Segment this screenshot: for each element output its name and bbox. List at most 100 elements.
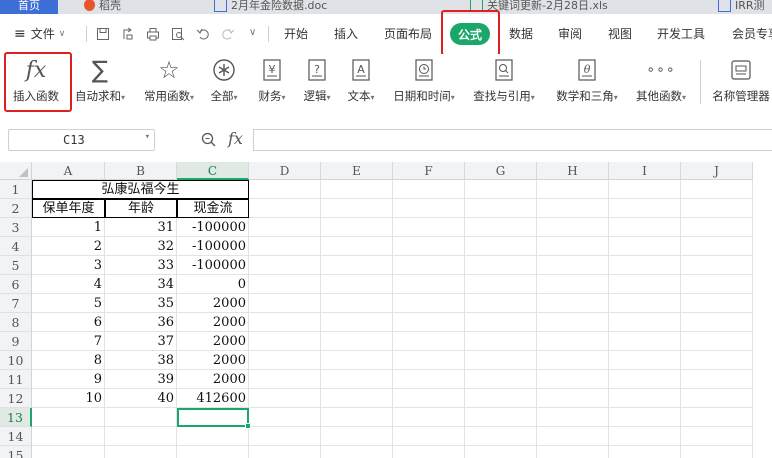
- row-header-6[interactable]: 6: [0, 275, 32, 294]
- export-icon[interactable]: [121, 27, 135, 41]
- cell[interactable]: [681, 408, 753, 427]
- cell[interactable]: [681, 294, 753, 313]
- chevron-down-icon[interactable]: ▾: [145, 132, 150, 142]
- data-cell[interactable]: -100000: [177, 237, 249, 256]
- cell[interactable]: [249, 446, 321, 458]
- cell[interactable]: [465, 218, 537, 237]
- tab-view[interactable]: 视图: [608, 25, 632, 42]
- cell[interactable]: [465, 332, 537, 351]
- cell[interactable]: [465, 180, 537, 199]
- table-header-cell[interactable]: 年龄: [105, 199, 177, 218]
- row-header-3[interactable]: 3: [0, 218, 32, 237]
- name-manager-button[interactable]: 名称管理器: [708, 56, 772, 104]
- data-cell[interactable]: 38: [105, 351, 177, 370]
- lookup-reference-button[interactable]: 查找与引用▾: [466, 56, 542, 104]
- cell[interactable]: [105, 408, 177, 427]
- cell[interactable]: [681, 180, 753, 199]
- data-cell[interactable]: 412600: [177, 389, 249, 408]
- cell[interactable]: [537, 294, 609, 313]
- cell[interactable]: [393, 256, 465, 275]
- cell[interactable]: [537, 180, 609, 199]
- cell[interactable]: [609, 294, 681, 313]
- cell[interactable]: [465, 275, 537, 294]
- cell[interactable]: [609, 427, 681, 446]
- cell[interactable]: [249, 313, 321, 332]
- data-cell[interactable]: 34: [105, 275, 177, 294]
- cell[interactable]: [249, 408, 321, 427]
- row-header-13[interactable]: 13: [0, 408, 32, 427]
- data-cell[interactable]: 33: [105, 256, 177, 275]
- cell[interactable]: [321, 199, 393, 218]
- data-cell[interactable]: 36: [105, 313, 177, 332]
- cell[interactable]: [681, 351, 753, 370]
- data-cell[interactable]: 40: [105, 389, 177, 408]
- row-header-11[interactable]: 11: [0, 370, 32, 389]
- cell[interactable]: [537, 256, 609, 275]
- cell[interactable]: [465, 408, 537, 427]
- all-functions-button[interactable]: 全部▾: [204, 56, 244, 104]
- cell[interactable]: [249, 237, 321, 256]
- column-header-i[interactable]: I: [609, 162, 681, 180]
- cell[interactable]: [681, 237, 753, 256]
- cell[interactable]: [32, 446, 105, 458]
- cell[interactable]: [465, 313, 537, 332]
- cell[interactable]: [321, 389, 393, 408]
- cell[interactable]: [393, 408, 465, 427]
- financial-button[interactable]: ¥ 财务▾: [252, 56, 292, 104]
- doc-tab-irr[interactable]: IRR测: [718, 0, 765, 14]
- data-cell[interactable]: 32: [105, 237, 177, 256]
- cell[interactable]: [321, 427, 393, 446]
- cell[interactable]: [465, 199, 537, 218]
- cell[interactable]: [681, 218, 753, 237]
- data-cell[interactable]: 6: [32, 313, 105, 332]
- data-cell[interactable]: 31: [105, 218, 177, 237]
- tab-insert[interactable]: 插入: [334, 25, 358, 42]
- cell[interactable]: [537, 389, 609, 408]
- row-header-8[interactable]: 8: [0, 313, 32, 332]
- cell[interactable]: [321, 332, 393, 351]
- column-header-e[interactable]: E: [321, 162, 393, 180]
- data-cell[interactable]: 39: [105, 370, 177, 389]
- column-header-f[interactable]: F: [393, 162, 465, 180]
- cell[interactable]: [465, 237, 537, 256]
- cell[interactable]: [321, 408, 393, 427]
- cell[interactable]: [393, 275, 465, 294]
- save-icon[interactable]: [96, 27, 110, 41]
- zoom-search-icon[interactable]: [201, 132, 217, 148]
- data-cell[interactable]: -100000: [177, 218, 249, 237]
- fill-handle[interactable]: [245, 423, 251, 429]
- data-cell[interactable]: 37: [105, 332, 177, 351]
- table-header-cell[interactable]: 保单年度: [32, 199, 105, 218]
- file-menu[interactable]: ≡ 文件 ∨: [14, 25, 65, 42]
- data-cell[interactable]: 8: [32, 351, 105, 370]
- cell[interactable]: [465, 389, 537, 408]
- cell[interactable]: [465, 294, 537, 313]
- data-cell[interactable]: 2000: [177, 294, 249, 313]
- cell[interactable]: [393, 180, 465, 199]
- common-functions-button[interactable]: ☆ 常用函数▾: [138, 56, 200, 104]
- cell[interactable]: [465, 446, 537, 458]
- math-trig-button[interactable]: θ 数学和三角▾: [548, 56, 626, 104]
- cell[interactable]: [609, 199, 681, 218]
- row-header-1[interactable]: 1: [0, 180, 32, 199]
- column-header-g[interactable]: G: [465, 162, 537, 180]
- text-button[interactable]: A 文本▾: [341, 56, 381, 104]
- cell[interactable]: [393, 427, 465, 446]
- cell[interactable]: [537, 370, 609, 389]
- cell[interactable]: [249, 351, 321, 370]
- cell[interactable]: [249, 218, 321, 237]
- cell[interactable]: [609, 180, 681, 199]
- cell[interactable]: [393, 370, 465, 389]
- data-cell[interactable]: 35: [105, 294, 177, 313]
- column-header-b[interactable]: B: [105, 162, 177, 180]
- cell[interactable]: [681, 427, 753, 446]
- data-cell[interactable]: 2000: [177, 351, 249, 370]
- cell[interactable]: [465, 256, 537, 275]
- print-preview-icon[interactable]: [171, 27, 185, 41]
- cell[interactable]: [321, 180, 393, 199]
- other-functions-button[interactable]: ∘∘∘ 其他函数▾: [630, 56, 692, 104]
- cell[interactable]: [537, 275, 609, 294]
- table-header-cell[interactable]: 现金流: [177, 199, 249, 218]
- tab-review[interactable]: 审阅: [558, 25, 582, 42]
- cell[interactable]: [249, 256, 321, 275]
